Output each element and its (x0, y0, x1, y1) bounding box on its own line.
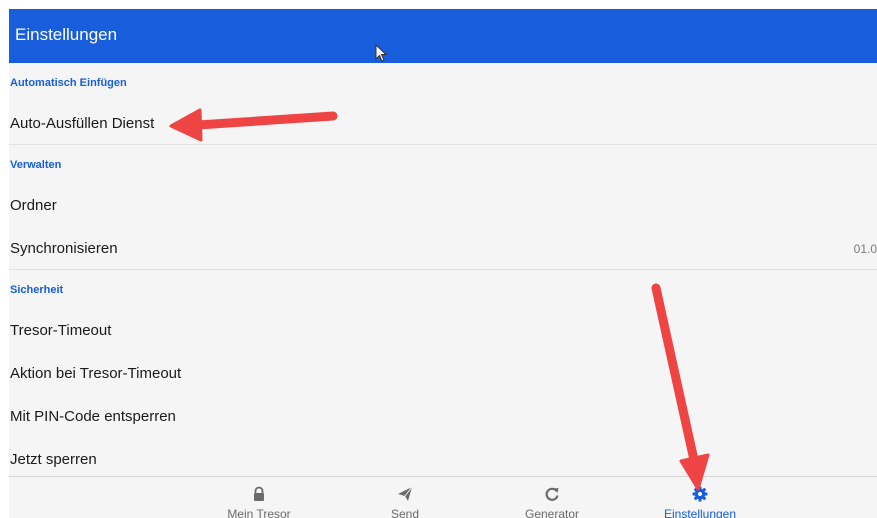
refresh-icon (544, 486, 560, 502)
section-header-security: Sicherheit (10, 284, 64, 296)
tab-label: Einstellungen (663, 507, 737, 518)
tab-my-vault[interactable]: Mein Tresor (204, 477, 314, 518)
tab-label: Generator (524, 507, 580, 518)
send-icon (397, 486, 413, 502)
divider (9, 144, 877, 145)
page-title: Einstellungen (15, 25, 118, 44)
settings-item-pin-unlock[interactable]: Mit PIN-Code entsperren (10, 408, 176, 425)
tab-send[interactable]: Send (350, 477, 460, 518)
tab-generator[interactable]: Generator (497, 477, 607, 518)
section-header-autofill: Automatisch Einfügen (10, 77, 127, 89)
section-header-manage: Verwalten (10, 159, 62, 171)
settings-item-folders[interactable]: Ordner (10, 197, 57, 214)
sync-last-value: 01.0 (853, 242, 877, 256)
gear-icon (692, 486, 708, 502)
mouse-cursor-icon (375, 44, 387, 62)
tab-label: Send (390, 507, 420, 518)
app-window: Einstellungen Automatisch Einfügen Auto-… (9, 9, 877, 518)
settings-item-vault-timeout[interactable]: Tresor-Timeout (10, 322, 111, 339)
settings-item-lock-now[interactable]: Jetzt sperren (10, 451, 97, 468)
lock-icon (251, 486, 267, 502)
settings-item-autofill-service[interactable]: Auto-Ausfüllen Dienst (10, 115, 154, 132)
settings-item-timeout-action[interactable]: Aktion bei Tresor-Timeout (10, 365, 181, 382)
divider (9, 269, 877, 270)
app-bar: Einstellungen (9, 9, 877, 63)
bottom-tab-bar: Mein Tresor Send Generator Einstellungen (9, 476, 877, 518)
tab-settings[interactable]: Einstellungen (645, 477, 755, 518)
settings-item-sync[interactable]: Synchronisieren (10, 240, 118, 257)
tab-label: Mein Tresor (227, 507, 291, 518)
